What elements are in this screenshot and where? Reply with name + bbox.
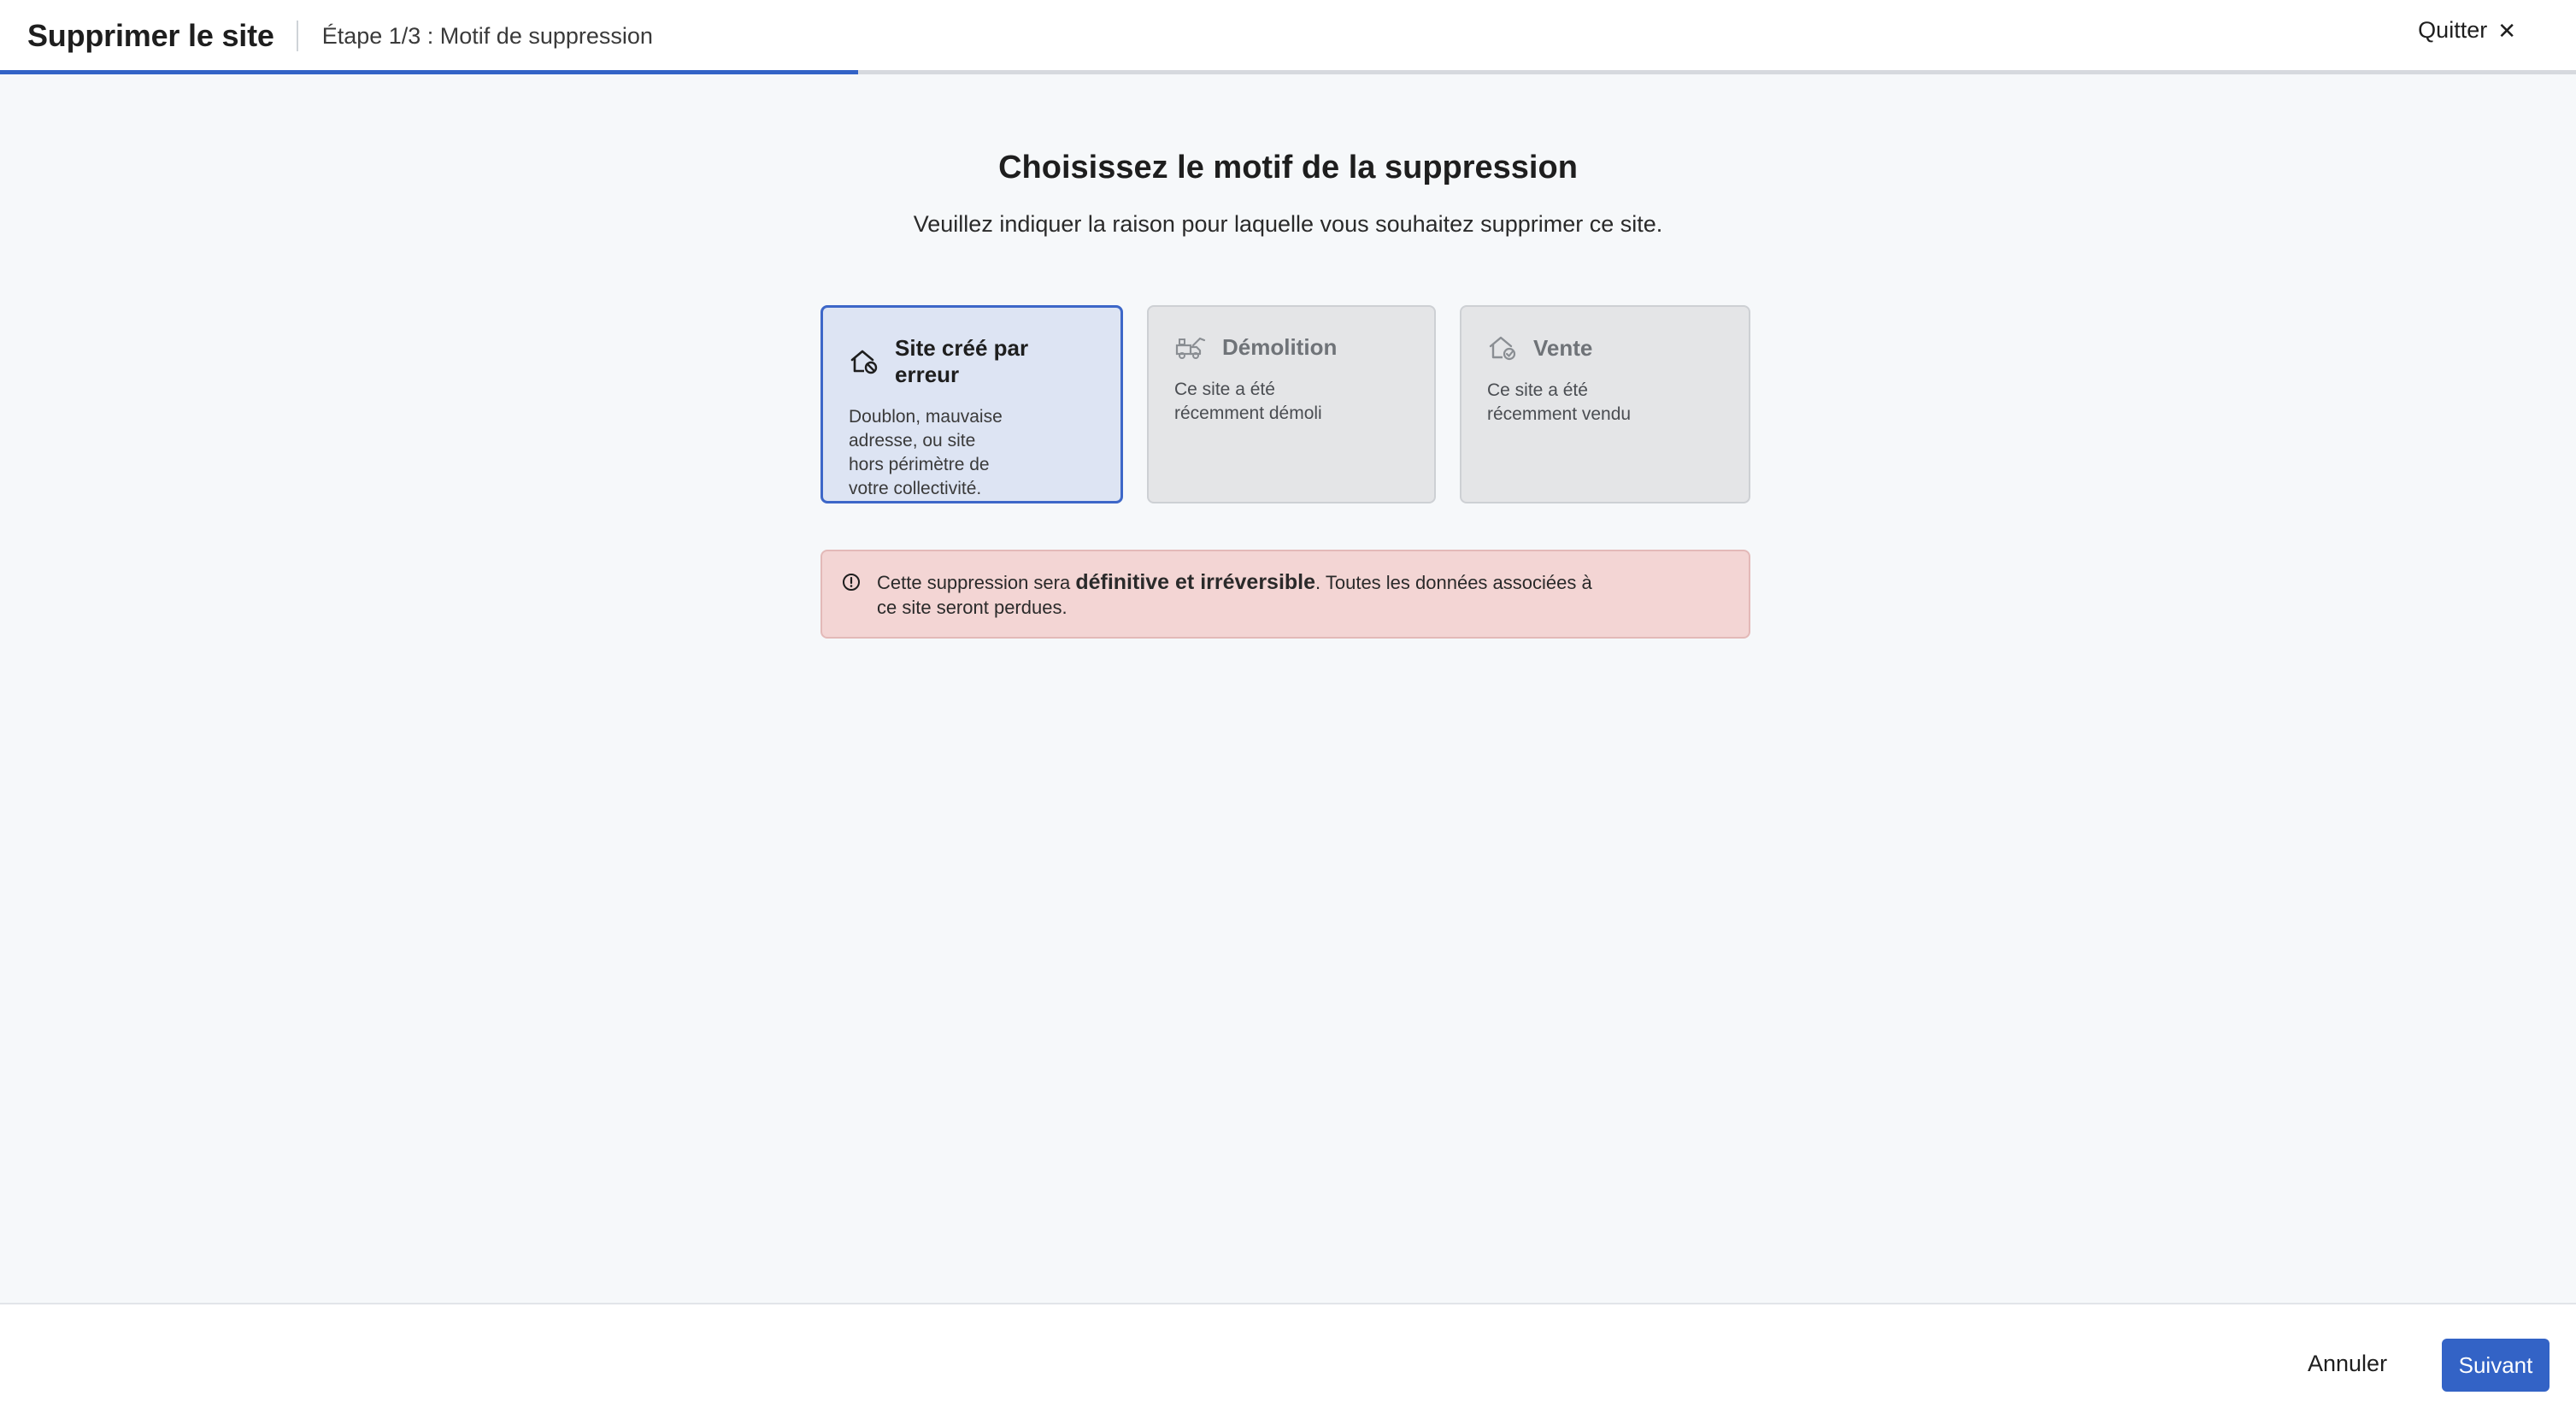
warning-alert: Cette suppression sera définitive et irr… [820,550,1750,639]
option-title: Site créé par erreur [895,335,1029,387]
alert-text-before: Cette suppression sera [877,572,1076,593]
page-title: Supprimer le site [27,18,274,53]
reason-options: Site créé par erreur Doublon, mauvaise a… [820,305,1750,503]
footer-bar: Annuler Suivant [0,1303,2576,1419]
alert-message: Cette suppression sera définitive et irr… [877,570,1612,620]
alert-text-bold: définitive et irréversible [1075,570,1316,594]
option-card-header: Vente [1487,334,1723,362]
next-button[interactable]: Suivant [2442,1339,2550,1392]
quit-label: Quitter [2418,17,2488,43]
option-card-vente[interactable]: Vente Ce site a été récemment vendu [1460,305,1750,503]
option-title: Vente [1533,334,1593,361]
option-card-header: Démolition [1174,334,1409,361]
main-content: Choisissez le motif de la suppression Ve… [0,74,2576,1304]
option-card-site-cree-par-erreur[interactable]: Site créé par erreur Doublon, mauvaise a… [820,305,1123,503]
option-description: Ce site a été récemment vendu [1487,380,1632,424]
quit-button[interactable]: Quitter ✕ [2418,17,2516,44]
close-icon: ✕ [2497,17,2516,44]
option-description: Doublon, mauvaise adresse, ou site hors … [849,407,1003,498]
option-card-header: Site créé par erreur [849,335,1095,388]
cancel-button[interactable]: Annuler [2308,1351,2387,1377]
info-circle-icon [841,572,862,598]
section-heading: Choisissez le motif de la suppression [998,150,1578,185]
house-error-icon [849,348,879,375]
title-divider [296,21,298,51]
step-indicator: Étape 1/3 : Motif de suppression [321,22,653,49]
top-bar: Supprimer le site Étape 1/3 : Motif de s… [0,0,2576,72]
section-subheading: Veuillez indiquer la raison pour laquell… [913,211,1663,237]
house-sold-icon [1487,334,1518,362]
option-card-demolition[interactable]: Démolition Ce site a été récemment démol… [1147,305,1436,503]
option-title: Démolition [1222,334,1338,360]
option-description: Ce site a été récemment démoli [1174,380,1322,423]
demolition-truck-icon [1174,335,1207,361]
